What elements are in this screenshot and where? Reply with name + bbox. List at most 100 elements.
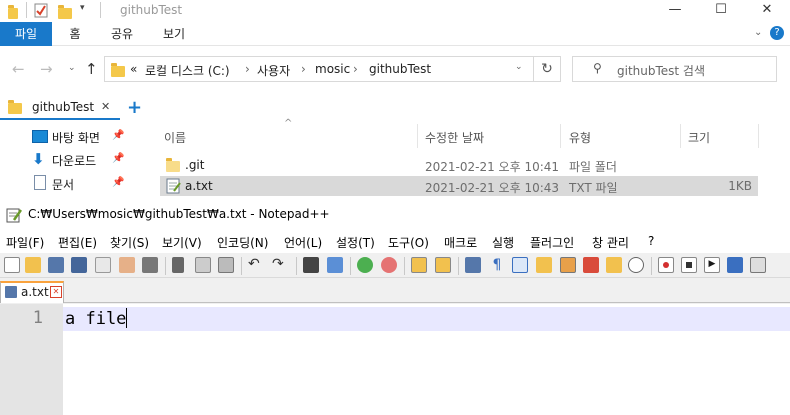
address-bar[interactable]: « 로컬 디스크 (C:) › 사용자 › mosic › githubTest… [104,56,534,82]
column-divider[interactable] [758,124,759,148]
print-icon[interactable] [142,257,158,273]
maximize-button[interactable]: ☐ [698,0,744,22]
monitoring-icon[interactable] [628,257,644,273]
editor-text: a file [65,309,127,329]
menu-encoding[interactable]: 인코딩(N) [217,234,268,251]
new-file-icon[interactable] [4,257,20,273]
breadcrumb-users[interactable]: 사용자 [257,62,290,79]
help-icon[interactable]: ? [770,26,784,40]
toolbar-separator [458,257,459,275]
cut-icon[interactable] [172,257,184,273]
pin-icon[interactable]: 📌 [112,153,124,164]
menu-edit[interactable]: 편집(E) [58,234,97,251]
save-all-icon[interactable] [71,257,87,273]
breadcrumb-overflow[interactable]: « [130,62,137,76]
ribbon-tabs: 파일 홈 공유 보기 ⌄ ? [0,22,790,46]
properties-icon[interactable] [34,3,48,18]
column-header-type[interactable]: 유형 [569,129,591,146]
up-arrow-icon[interactable]: ↑ [85,60,98,78]
menu-help[interactable]: ? [648,234,654,248]
menu-search[interactable]: 찾기(S) [110,234,149,251]
file-row[interactable]: a.txt 2021-02-21 오후 10:43 TXT 파일 1KB [160,176,758,196]
menu-tools[interactable]: 도구(O) [388,234,429,251]
breadcrumb-local-disk[interactable]: 로컬 디스크 (C:) [145,62,230,79]
tab-label: a.txt [21,285,49,299]
back-arrow-icon[interactable]: ← [12,60,25,78]
breadcrumb-mosic[interactable]: mosic [315,62,350,76]
folder-as-workspace-icon[interactable] [606,257,622,273]
save-macro-icon[interactable] [750,257,766,273]
stop-macro-icon[interactable] [681,257,697,273]
refresh-icon[interactable]: ↻ [534,56,561,82]
word-wrap-icon[interactable] [465,257,481,273]
paste-icon[interactable] [218,257,234,273]
record-macro-icon[interactable] [658,257,674,273]
function-list-icon[interactable] [583,257,599,273]
undo-icon[interactable]: ↶ [248,257,264,273]
indent-guide-icon[interactable] [512,257,528,273]
column-divider[interactable] [560,124,561,148]
copy-icon[interactable] [195,257,211,273]
tab-githubtest[interactable]: githubTest ✕ [0,94,120,120]
play-macro-icon[interactable]: ▶ [704,257,720,273]
sync-horizontal-icon[interactable] [435,257,451,273]
new-folder-icon[interactable] [58,3,72,19]
close-button[interactable]: ✕ [744,0,790,22]
notepad-plus-plus-window: C:₩Users₩mosic₩githubTest₩a.txt - Notepa… [0,201,790,415]
forward-arrow-icon[interactable]: → [40,60,53,78]
minimize-button[interactable]: — [652,0,698,22]
nav-item-label: 문서 [52,178,75,192]
menu-macro[interactable]: 매크로 [444,234,477,251]
menu-run[interactable]: 실행 [492,234,514,251]
file-row[interactable]: .git 2021-02-21 오후 10:41 파일 폴더 [160,155,758,175]
add-tab-button[interactable]: + [127,97,142,118]
zoom-out-icon[interactable] [381,257,397,273]
show-all-characters-icon[interactable]: ¶ [489,257,505,273]
menu-file[interactable]: 파일(F) [6,234,44,251]
ribbon-tab-view[interactable]: 보기 [156,22,192,46]
editor-line[interactable]: a file [65,308,128,329]
column-divider[interactable] [680,124,681,148]
save-icon[interactable] [48,257,64,273]
menu-window[interactable]: 창 관리 [592,234,629,251]
menu-settings[interactable]: 설정(T) [336,234,375,251]
ribbon-tab-home[interactable]: 홈 [60,22,90,46]
nav-item-label: 바탕 화면 [52,131,100,145]
zoom-in-icon[interactable] [357,257,373,273]
column-header-size[interactable]: 크기 [688,129,710,146]
pin-icon[interactable]: 📌 [112,177,124,188]
open-file-icon[interactable] [25,257,41,273]
redo-icon[interactable]: ↷ [272,257,288,273]
breadcrumb-separator: › [245,62,250,76]
column-divider[interactable] [417,124,418,148]
search-input[interactable]: ⚲ githubTest 검색 [572,56,777,82]
breadcrumb-githubtest[interactable]: githubTest [369,62,431,76]
doc-map-icon[interactable] [560,257,576,273]
customize-quick-access-icon[interactable]: ▾ [80,3,85,13]
pin-icon[interactable]: 📌 [112,130,124,141]
close-all-icon[interactable] [119,257,135,273]
run-macro-multiple-icon[interactable] [727,257,743,273]
column-header-date[interactable]: 수정한 날짜 [425,129,484,146]
text-editor[interactable]: 1 a file [0,304,790,415]
recent-locations-icon[interactable]: ⌄ [68,63,76,73]
find-icon[interactable] [303,257,319,273]
ribbon-tab-share[interactable]: 공유 [104,22,140,46]
close-tab-icon[interactable]: ✕ [50,286,62,298]
menu-plugins[interactable]: 플러그인 [530,234,574,251]
udl-icon[interactable] [536,257,552,273]
chevron-down-icon[interactable]: ⌄ [754,27,762,38]
tab-a-txt[interactable]: a.txt ✕ [0,281,64,303]
replace-icon[interactable] [327,257,343,273]
ribbon-tab-file[interactable]: 파일 [0,22,52,46]
column-header-name[interactable]: 이름 [164,129,186,146]
close-file-icon[interactable] [95,257,111,273]
search-icon: ⚲ [593,61,602,75]
toolbar-separator [241,257,242,275]
close-tab-icon[interactable]: ✕ [101,100,110,113]
sync-vertical-icon[interactable] [411,257,427,273]
menu-language[interactable]: 언어(L) [284,234,322,251]
chevron-down-icon[interactable]: ⌄ [515,62,523,72]
toolbar-separator [165,257,166,275]
menu-view[interactable]: 보기(V) [162,234,202,251]
